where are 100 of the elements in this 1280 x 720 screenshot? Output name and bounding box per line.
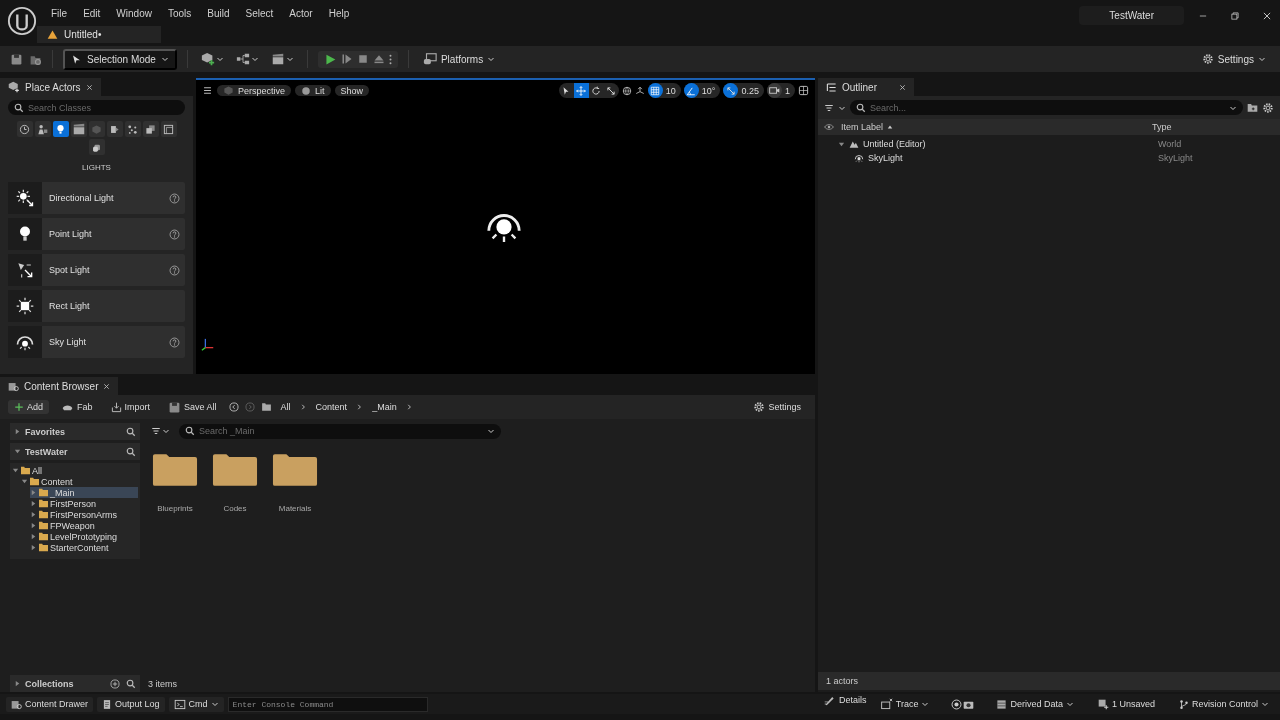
place-actors-tab[interactable]: Place Actors bbox=[0, 78, 101, 96]
folder-row[interactable]: FirstPerson bbox=[30, 498, 138, 509]
stop-icon[interactable] bbox=[356, 53, 369, 65]
category-tab[interactable] bbox=[142, 121, 159, 137]
folder-icon[interactable] bbox=[152, 453, 198, 486]
status-button[interactable]: 1 Unsaved bbox=[1092, 696, 1160, 712]
outliner-tab[interactable]: Outliner bbox=[818, 78, 914, 96]
console-input[interactable]: Enter Console Command bbox=[227, 696, 428, 712]
help-icon[interactable] bbox=[169, 336, 180, 348]
viewport[interactable]: Perspective Lit Show 10 10° 0.25 1 bbox=[196, 78, 815, 374]
breadcrumb[interactable]: _Main bbox=[369, 402, 400, 412]
fab-button[interactable]: Fab bbox=[55, 399, 99, 415]
view-button[interactable]: Perspective bbox=[217, 85, 292, 96]
folder-icon[interactable] bbox=[272, 453, 318, 486]
blueprint-icon[interactable] bbox=[235, 52, 250, 66]
camera-speed[interactable]: 1 bbox=[767, 83, 795, 98]
settings-button[interactable]: Settings bbox=[747, 399, 807, 415]
filter-icon[interactable] bbox=[151, 426, 161, 436]
expanded-arrow-icon[interactable] bbox=[21, 478, 28, 485]
save-button[interactable]: Save All bbox=[162, 398, 223, 416]
import-button[interactable]: Import bbox=[104, 399, 157, 415]
category-tab[interactable] bbox=[52, 121, 69, 137]
search-icon[interactable] bbox=[126, 446, 136, 457]
settings-icon[interactable] bbox=[1262, 101, 1274, 114]
search-field[interactable]: Search _Main bbox=[179, 423, 501, 439]
close-icon[interactable] bbox=[85, 83, 93, 91]
category-tab[interactable] bbox=[160, 121, 177, 137]
menu-item[interactable]: Actor bbox=[281, 7, 321, 19]
settings-button[interactable]: Settings bbox=[1197, 51, 1270, 67]
view-button[interactable]: Show bbox=[334, 85, 370, 96]
menu-icon[interactable] bbox=[202, 85, 213, 96]
folder-icon[interactable] bbox=[212, 453, 258, 486]
search-icon[interactable] bbox=[126, 426, 136, 437]
folder-row[interactable]: LevelPrototyping bbox=[30, 531, 138, 542]
light-item[interactable]: Sky Light bbox=[8, 326, 185, 358]
more-icon[interactable] bbox=[388, 52, 392, 66]
status-button[interactable]: Trace bbox=[874, 695, 935, 713]
menu-item[interactable]: Edit bbox=[75, 7, 109, 19]
status-button[interactable]: Output Log bbox=[97, 696, 165, 712]
snap-toggle[interactable] bbox=[647, 83, 663, 98]
platforms-button[interactable]: Platforms bbox=[418, 50, 500, 68]
details-tab[interactable]: Details bbox=[820, 694, 871, 706]
view-button[interactable]: Lit bbox=[295, 85, 331, 96]
add-button[interactable]: Add bbox=[8, 400, 49, 414]
save-icon[interactable] bbox=[10, 52, 23, 66]
light-item[interactable]: Rect Light bbox=[8, 290, 185, 322]
category-tab[interactable] bbox=[70, 121, 87, 137]
light-item[interactable]: Directional Light bbox=[8, 182, 185, 214]
status-button[interactable]: Cmd bbox=[168, 696, 224, 712]
expanded-arrow-icon[interactable] bbox=[12, 467, 19, 474]
category-tab[interactable] bbox=[34, 121, 51, 137]
layout-icon[interactable] bbox=[798, 85, 809, 96]
record-icon[interactable] bbox=[951, 698, 963, 710]
clapperboard-icon[interactable] bbox=[270, 52, 285, 66]
category-tab[interactable] bbox=[106, 121, 123, 137]
restore-icon[interactable] bbox=[1230, 10, 1240, 21]
category-tab[interactable] bbox=[124, 121, 141, 137]
folder-row[interactable]: StarterContent bbox=[30, 542, 138, 553]
collapsed-arrow-icon[interactable] bbox=[30, 522, 37, 529]
category-tab[interactable] bbox=[16, 121, 33, 137]
column-header[interactable]: Type bbox=[1152, 122, 1274, 132]
document-tab[interactable]: Untitled• bbox=[37, 26, 162, 43]
menu-item[interactable]: Tools bbox=[159, 7, 200, 19]
collapsed-arrow-icon[interactable] bbox=[30, 533, 37, 540]
folder-row[interactable]: _Main bbox=[30, 487, 138, 498]
selection-mode-dropdown[interactable]: Selection Mode bbox=[63, 48, 177, 70]
collapsed-arrow-icon[interactable] bbox=[30, 500, 37, 507]
search-icon[interactable] bbox=[126, 678, 136, 689]
search-input[interactable]: Search _Main bbox=[199, 426, 483, 436]
close-icon[interactable] bbox=[1262, 10, 1272, 21]
snap-value[interactable]: 10° bbox=[701, 85, 716, 96]
chevron-icon[interactable] bbox=[299, 403, 307, 411]
close-icon[interactable] bbox=[899, 83, 906, 91]
surface-snap-icon[interactable] bbox=[634, 85, 645, 96]
chevron-icon[interactable] bbox=[405, 403, 413, 411]
column-header[interactable]: Item Label bbox=[841, 122, 884, 132]
item-label[interactable]: Untitled (Editor) bbox=[863, 139, 926, 149]
status-button[interactable]: Derived Data bbox=[991, 696, 1079, 712]
collapsed-arrow-icon[interactable] bbox=[30, 511, 37, 518]
add-actor-icon[interactable] bbox=[200, 52, 215, 66]
collapsed-arrow-icon[interactable] bbox=[14, 428, 21, 435]
light-item[interactable]: Point Light bbox=[8, 218, 185, 250]
status-button[interactable]: Revision Control bbox=[1173, 696, 1274, 712]
item-label[interactable]: SkyLight bbox=[868, 153, 903, 163]
folder-row[interactable]: Content bbox=[21, 476, 138, 487]
snap-value[interactable]: 10 bbox=[665, 85, 676, 96]
search-field[interactable]: Search Classes bbox=[8, 100, 185, 115]
play-icon[interactable] bbox=[323, 52, 337, 66]
help-icon[interactable] bbox=[169, 264, 180, 276]
category-tab[interactable] bbox=[88, 139, 105, 155]
collapsed-arrow-icon[interactable] bbox=[14, 680, 21, 687]
snap-toggle[interactable] bbox=[723, 83, 739, 98]
globe-icon[interactable] bbox=[621, 85, 632, 96]
close-icon[interactable] bbox=[103, 382, 111, 390]
folder-row[interactable]: FPWeapon bbox=[30, 520, 138, 531]
menu-item[interactable]: Window bbox=[108, 7, 160, 19]
expanded-arrow-icon[interactable] bbox=[838, 140, 845, 148]
new-folder-icon[interactable] bbox=[1247, 102, 1258, 113]
folder-row[interactable]: FirstPersonArms bbox=[30, 509, 138, 520]
status-button[interactable]: Content Drawer bbox=[6, 696, 94, 712]
